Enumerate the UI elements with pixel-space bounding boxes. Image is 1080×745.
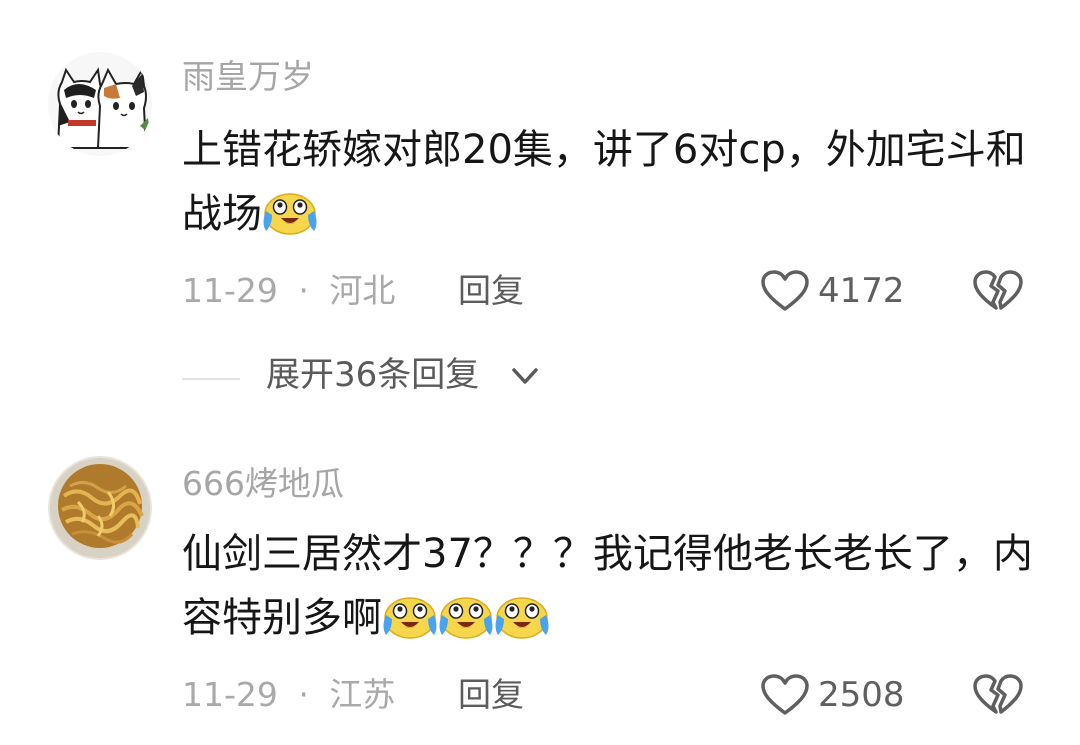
reply-button[interactable]: 回复 [458,274,524,307]
crying-laughing-emoji-icon [494,591,550,641]
meta-separator: · [298,271,309,310]
crying-laughing-emoji-icon [262,187,318,237]
username[interactable]: 666烤地瓜 [182,467,344,500]
comment-meta: 11-29 · 河北 [182,274,395,307]
avatar[interactable] [48,52,152,156]
chevron-down-icon [512,368,538,384]
username[interactable]: 雨皇万岁 [182,60,314,93]
broken-heart-icon[interactable] [972,269,1024,313]
comment-body: 仙剑三居然才37？？？我记得他老长老长了，内容特别多啊 [182,531,1033,641]
comment-date: 11-29 [182,675,278,714]
heart-icon[interactable] [760,673,810,717]
crying-laughing-emoji-icon [438,591,494,641]
comment-location: 江苏 [329,675,396,714]
expand-replies-button[interactable]: 展开36条回复 [182,356,782,400]
reply-button[interactable]: 回复 [458,678,524,711]
noodles-avatar-icon [48,456,152,560]
heart-icon[interactable] [760,269,810,313]
cats-avatar-icon [48,52,152,156]
comment-date: 11-29 [182,271,278,310]
broken-heart-icon[interactable] [972,673,1024,717]
avatar[interactable] [48,456,152,560]
crying-laughing-emoji-icon [382,591,438,641]
comment-meta: 11-29 · 江苏 [182,678,395,711]
comment-text: 上错花轿嫁对郎20集，讲了6对cp，外加宅斗和战场 [182,118,1042,246]
like-count: 2508 [818,675,905,715]
like-count: 4172 [818,271,905,311]
comment-item: 雨皇万岁 上错花轿嫁对郎20集，讲了6对cp，外加宅斗和战场 11-29 · 河… [0,0,1080,340]
comment-location: 河北 [329,271,396,310]
expand-replies-label: 展开36条回复 [266,355,480,395]
meta-separator: · [298,675,309,714]
comment-text: 仙剑三居然才37？？？我记得他老长老长了，内容特别多啊 [182,522,1042,650]
comment-item: 666烤地瓜 仙剑三居然才37？？？我记得他老长老长了，内容特别多啊 11-29… [0,420,1080,745]
divider-line [182,378,240,380]
